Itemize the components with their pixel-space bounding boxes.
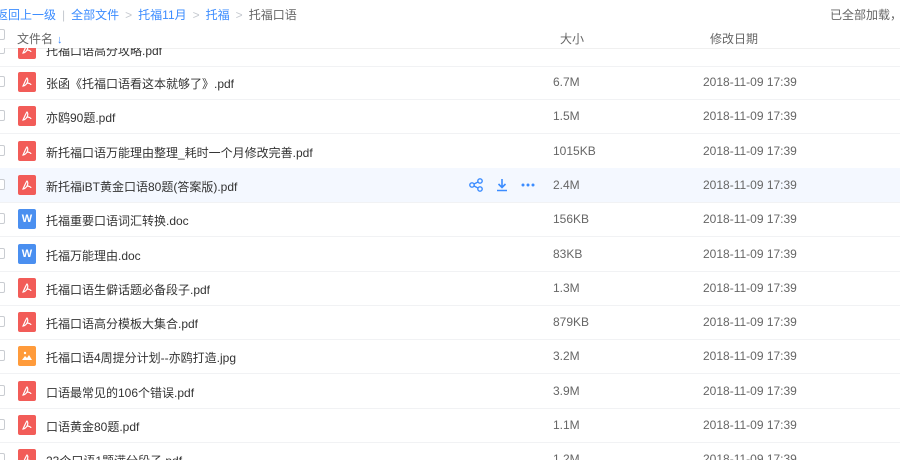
file-size: 156KB bbox=[553, 212, 590, 227]
file-row[interactable]: 托福口语生僻话题必备段子.pdf 1.3M 2018-11-09 17:39 bbox=[0, 271, 900, 306]
file-size: 3.9M bbox=[553, 383, 580, 398]
word-file-icon: W bbox=[18, 243, 36, 264]
row-checkbox[interactable] bbox=[0, 178, 5, 190]
file-date: 2018-11-09 17:39 bbox=[703, 212, 797, 227]
file-name[interactable]: 托福口语高分模板大集合.pdf bbox=[46, 315, 198, 332]
row-checkbox[interactable] bbox=[0, 76, 5, 87]
row-actions bbox=[468, 177, 536, 193]
row-checkbox[interactable] bbox=[0, 350, 5, 362]
pdf-file-icon bbox=[18, 140, 36, 161]
file-date: 2018-11-09 17:39 bbox=[703, 315, 797, 330]
breadcrumb-separator: | bbox=[62, 8, 66, 22]
file-date: 2018-11-09 17:39 bbox=[703, 418, 797, 432]
breadcrumb-separator: > bbox=[125, 8, 133, 22]
file-name[interactable]: 托福万能理由.doc bbox=[46, 247, 141, 264]
file-name[interactable]: 23个口语1题满分段子.pdf bbox=[46, 452, 182, 460]
file-row[interactable]: 新托福口语万能理由整理_耗时一个月修改完善.pdf 1015KB 2018-11-0… bbox=[0, 134, 900, 169]
file-size: 1.1M bbox=[553, 418, 580, 432]
file-name[interactable]: 托福口语生僻话题必备段子.pdf bbox=[46, 281, 210, 298]
file-date: 2018-11-09 17:39 bbox=[703, 452, 797, 460]
file-date: 2018-11-09 17:39 bbox=[703, 143, 797, 158]
file-name[interactable]: 托福重要口语词汇转换.doc bbox=[46, 212, 189, 229]
pdf-file-icon bbox=[18, 449, 36, 460]
file-name[interactable]: 张函《托福口语看这本就够了》.pdf bbox=[46, 75, 234, 92]
file-date: 2018-11-09 17:39 bbox=[703, 75, 797, 89]
file-size: 83KB bbox=[553, 246, 583, 261]
row-checkbox[interactable] bbox=[0, 110, 5, 122]
image-file-icon bbox=[18, 346, 36, 367]
file-name[interactable]: 亦鸥90题.pdf bbox=[46, 109, 115, 126]
file-size: 1015KB bbox=[553, 143, 596, 158]
column-header-name[interactable]: 文件名 ↓ bbox=[17, 30, 63, 47]
back-link[interactable]: 返回上一级 bbox=[0, 8, 56, 22]
breadcrumb-all-files[interactable]: 全部文件 bbox=[71, 8, 119, 22]
row-checkbox[interactable] bbox=[0, 384, 5, 396]
file-name[interactable]: 新托福iBT黄金口语80题(答案版).pdf bbox=[46, 178, 237, 195]
row-checkbox[interactable] bbox=[0, 213, 5, 225]
file-date: 2018-11-09 17:39 bbox=[703, 109, 797, 124]
pdf-file-icon bbox=[18, 174, 36, 195]
file-name[interactable]: 托福口语4周提分计划--亦鸥打造.jpg bbox=[46, 349, 236, 366]
file-name[interactable]: 托福口语高分攻略.pdf bbox=[46, 48, 162, 59]
breadcrumb-level1[interactable]: 托福11月 bbox=[138, 8, 186, 22]
column-name-label: 文件名 bbox=[17, 32, 54, 46]
file-size: 1.3M bbox=[553, 280, 580, 295]
file-row[interactable]: 新托福iBT黄金口语80题(答案版).pdf 2.4M 2018-11-09 17:… bbox=[0, 167, 900, 203]
file-date: 2018-11-09 17:39 bbox=[703, 246, 797, 261]
row-checkbox[interactable] bbox=[0, 419, 5, 430]
file-date: 2018-11-09 17:39 bbox=[703, 383, 797, 398]
pdf-file-icon bbox=[18, 415, 36, 435]
pdf-file-icon bbox=[18, 380, 36, 401]
breadcrumb-separator: > bbox=[235, 8, 243, 22]
share-icon[interactable] bbox=[468, 177, 484, 193]
file-row[interactable]: 托福口语4周提分计划--亦鸥打造.jpg 3.2M 2018-11-09 17:39 bbox=[0, 339, 900, 375]
row-checkbox[interactable] bbox=[0, 48, 5, 54]
file-size: 6.7M bbox=[553, 75, 580, 89]
file-size: 1.5M bbox=[553, 109, 580, 124]
file-row[interactable]: 张函《托福口语看这本就够了》.pdf 6.7M 2018-11-09 17:39 bbox=[0, 65, 900, 100]
file-date: 2018-11-09 17:39 bbox=[703, 280, 797, 295]
file-row[interactable]: 23个口语1题满分段子.pdf 1.2M 2018-11-09 17:39 bbox=[0, 442, 900, 460]
file-row[interactable]: 亦鸥90题.pdf 1.5M 2018-11-09 17:39 bbox=[0, 99, 900, 135]
file-row[interactable]: W 托福万能理由.doc 83KB 2018-11-09 17:39 bbox=[0, 237, 900, 272]
column-header-date[interactable]: 修改日期 bbox=[710, 30, 758, 47]
list-header: 文件名 ↓ 大小 修改日期 bbox=[0, 26, 900, 49]
file-name[interactable]: 口语黄金80题.pdf bbox=[46, 418, 139, 435]
pdf-file-icon bbox=[18, 312, 36, 333]
pdf-file-icon bbox=[18, 72, 36, 92]
file-size: 2.4M bbox=[553, 177, 580, 192]
row-checkbox[interactable] bbox=[0, 316, 5, 328]
loaded-status: 已全部加载，共1... bbox=[830, 8, 900, 22]
select-all-checkbox[interactable] bbox=[0, 29, 5, 40]
file-list: 托福口语高分攻略.pdf 张函《托福口语看这本就够了》.pdf 6.7M 2018-1… bbox=[0, 48, 900, 460]
breadcrumb-current: 托福口语 bbox=[248, 8, 297, 22]
row-checkbox[interactable] bbox=[0, 247, 5, 259]
breadcrumb: 返回上一级 | 全部文件 > 托福11月 > 托福 > 托福口语 bbox=[0, 6, 297, 23]
file-row[interactable]: W 托福重要口语词汇转换.doc 156KB 2018-11-09 17:39 bbox=[0, 202, 900, 238]
breadcrumb-level2[interactable]: 托福 bbox=[206, 8, 230, 22]
pdf-file-icon bbox=[18, 277, 36, 298]
file-date: 2018-11-09 17:39 bbox=[703, 349, 797, 364]
sort-arrow-icon: ↓ bbox=[57, 34, 63, 46]
breadcrumb-separator: > bbox=[192, 8, 200, 22]
file-size: 3.2M bbox=[553, 349, 580, 364]
column-header-size[interactable]: 大小 bbox=[560, 30, 584, 47]
file-size: 879KB bbox=[553, 315, 590, 330]
file-row[interactable]: 托福口语高分模板大集合.pdf 879KB 2018-11-09 17:39 bbox=[0, 305, 900, 341]
file-row[interactable]: 口语黄金80题.pdf 1.1M 2018-11-09 17:39 bbox=[0, 408, 900, 443]
file-date: 2018-11-09 17:39 bbox=[703, 177, 797, 192]
word-file-icon: W bbox=[18, 209, 36, 230]
more-icon[interactable] bbox=[520, 177, 536, 193]
file-name[interactable]: 口语最常见的106个错误.pdf bbox=[46, 384, 194, 401]
download-icon[interactable] bbox=[494, 177, 510, 193]
pdf-file-icon bbox=[18, 48, 36, 59]
file-name[interactable]: 新托福口语万能理由整理_耗时一个月修改完善.pdf bbox=[46, 144, 313, 161]
row-checkbox[interactable] bbox=[0, 144, 5, 156]
pdf-file-icon bbox=[18, 106, 36, 127]
file-row[interactable]: 口语最常见的106个错误.pdf 3.9M 2018-11-09 17:39 bbox=[0, 374, 900, 409]
top-bar: 返回上一级 | 全部文件 > 托福11月 > 托福 > 托福口语 已全部加载，共1... bbox=[0, 0, 900, 26]
row-checkbox[interactable] bbox=[0, 453, 5, 460]
row-checkbox[interactable] bbox=[0, 281, 5, 293]
file-size: 1.2M bbox=[553, 452, 580, 460]
